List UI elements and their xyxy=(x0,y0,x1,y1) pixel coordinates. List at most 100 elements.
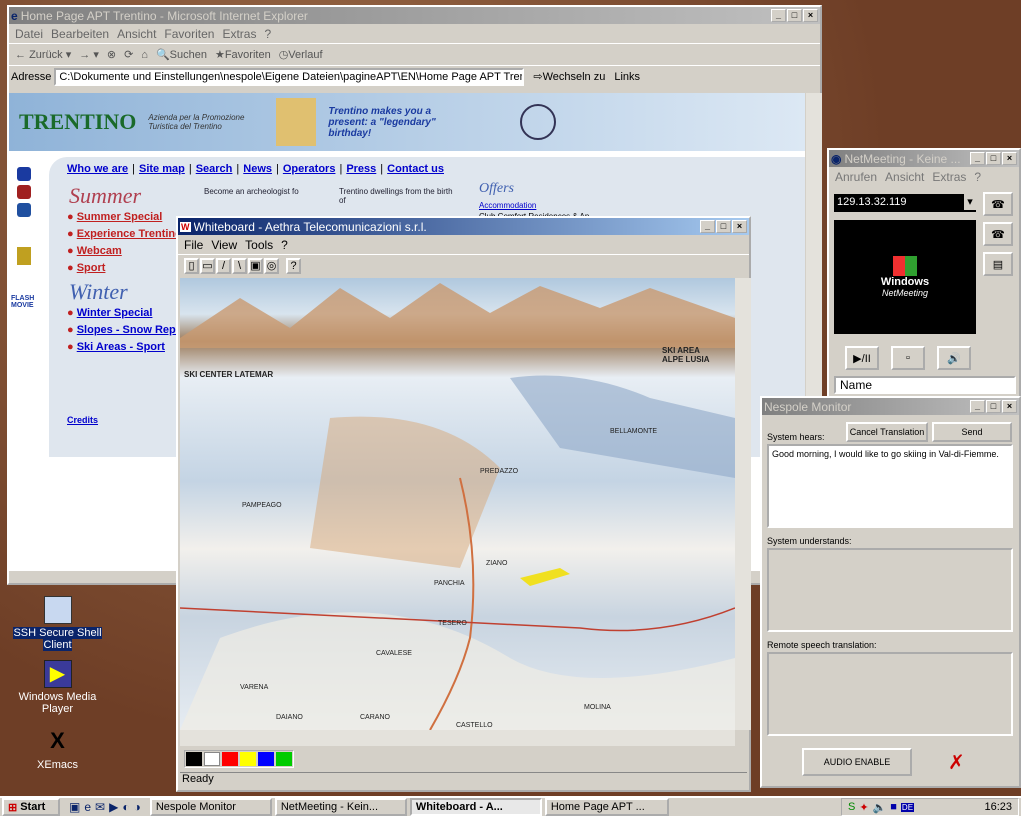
nav-site-map[interactable]: Site map xyxy=(139,163,185,175)
news-item[interactable]: Trentino dwellings from the birth of xyxy=(339,187,459,205)
select-icon[interactable]: ▣ xyxy=(248,257,263,274)
send-button[interactable]: Send xyxy=(932,422,1012,442)
favorites-button[interactable]: ★Favoriten xyxy=(215,48,271,61)
nav-who-we-are[interactable]: Who we are xyxy=(67,163,128,175)
close-button[interactable]: × xyxy=(732,220,747,233)
whiteboard-titlebar[interactable]: W Whiteboard - Aethra Telecomunicazioni … xyxy=(178,218,749,235)
ie-titlebar[interactable]: e Home Page APT Trentino - Microsoft Int… xyxy=(9,7,820,24)
netmeeting-titlebar[interactable]: ◉ NetMeeting - Keine ... _ □ × xyxy=(829,150,1019,167)
winter-special-link[interactable]: Winter Special xyxy=(77,307,153,319)
minimize-button[interactable]: _ xyxy=(700,220,715,233)
maximize-button[interactable]: □ xyxy=(787,9,802,22)
help-icon[interactable]: ? xyxy=(286,257,301,274)
new-icon[interactable]: ▯ xyxy=(184,257,199,274)
app-icon[interactable]: ◑ xyxy=(134,800,141,814)
minimize-button[interactable]: _ xyxy=(970,152,985,165)
promo-text[interactable]: Trentino makes you a present: a "legenda… xyxy=(328,106,448,139)
slopes-link[interactable]: Slopes - Snow Repo xyxy=(77,324,183,336)
menu-ansicht[interactable]: Ansicht xyxy=(117,27,156,41)
maximize-button[interactable]: □ xyxy=(986,400,1001,413)
address-input[interactable]: C:\Dokumente und Einstellungen\nespole\E… xyxy=(54,67,525,86)
desktop-icon[interactable]: ▣ xyxy=(69,800,80,814)
pen-icon[interactable]: / xyxy=(216,257,231,274)
remote-translation-textarea[interactable] xyxy=(767,652,1013,736)
color-swatch-red[interactable] xyxy=(222,752,238,766)
sport-link[interactable]: Sport xyxy=(77,262,106,274)
back-button[interactable]: ← Zurück ▾ xyxy=(15,48,71,61)
task-nespole-monitor[interactable]: Nespole Monitor xyxy=(149,798,272,816)
whiteboard-vscrollbar[interactable] xyxy=(735,278,751,730)
close-button[interactable]: × xyxy=(1002,152,1017,165)
name-column-header[interactable]: Name xyxy=(834,376,1016,394)
ski-areas-link[interactable]: Ski Areas - Sport xyxy=(77,341,165,353)
minimize-button[interactable]: _ xyxy=(771,9,786,22)
nav-press[interactable]: Press xyxy=(346,163,376,175)
desktop-icon-media-player[interactable]: ▶ Windows Media Player xyxy=(10,660,105,715)
system-hears-textarea[interactable]: Good morning, I would like to go skiing … xyxy=(767,444,1013,528)
menu-extras[interactable]: Extras xyxy=(222,27,256,41)
history-button[interactable]: ◷Verlauf xyxy=(279,48,323,61)
hangup-button[interactable]: ☎ xyxy=(983,222,1013,246)
nav-news[interactable]: News xyxy=(243,163,272,175)
task-whiteboard[interactable]: Whiteboard - A... xyxy=(409,798,542,816)
home-icon[interactable]: ⌂ xyxy=(141,49,148,61)
news-item[interactable]: Become an archeologist fo xyxy=(204,187,324,196)
tray-icon[interactable]: ■ xyxy=(890,801,897,813)
experience-trentino-link[interactable]: Experience Trentino xyxy=(77,228,182,240)
trentino-logo[interactable]: TRENTINO xyxy=(19,109,136,135)
color-swatch-black[interactable] xyxy=(186,752,202,766)
mute-icon[interactable]: ✗ xyxy=(948,750,965,775)
nav-search[interactable]: Search xyxy=(196,163,233,175)
menu-view[interactable]: View xyxy=(211,238,237,252)
outlook-icon[interactable]: ✉ xyxy=(95,800,105,814)
ie-launch-icon[interactable]: e xyxy=(84,800,91,814)
flash-movie-link[interactable]: FLASH MOVIE xyxy=(11,295,41,309)
maximize-button[interactable]: □ xyxy=(716,220,731,233)
credits-link[interactable]: Credits xyxy=(67,415,98,425)
volume-icon[interactable]: 🔈 xyxy=(873,801,887,814)
refresh-icon[interactable]: ⟳ xyxy=(124,48,133,61)
picture-button[interactable]: ▫ xyxy=(891,346,925,370)
open-icon[interactable]: ▭ xyxy=(200,257,215,274)
tray-icon[interactable]: ✦ xyxy=(859,801,868,814)
cancel-translation-button[interactable]: Cancel Translation xyxy=(846,422,928,442)
clock[interactable]: 16:23 xyxy=(984,801,1012,813)
audio-button[interactable]: 🔊 xyxy=(937,346,971,370)
flag-icon[interactable] xyxy=(17,185,31,199)
menu-bearbeiten[interactable]: Bearbeiten xyxy=(51,27,109,41)
menu-favoriten[interactable]: Favoriten xyxy=(164,27,214,41)
flag-icon[interactable] xyxy=(17,203,31,217)
menu-extras[interactable]: Extras xyxy=(932,170,966,184)
menu-ansicht[interactable]: Ansicht xyxy=(885,170,924,184)
flag-icon[interactable] xyxy=(17,167,31,181)
task-ie-home-page[interactable]: Home Page APT ... xyxy=(544,798,669,816)
audio-enable-button[interactable]: AUDIO ENABLE xyxy=(802,748,912,776)
desktop-icon-ssh[interactable]: SSH Secure Shell Client xyxy=(10,596,105,651)
menu-help[interactable]: ? xyxy=(281,238,288,252)
maximize-button[interactable]: □ xyxy=(986,152,1001,165)
language-icon[interactable]: DE xyxy=(900,802,915,812)
task-netmeeting[interactable]: NetMeeting - Kein... xyxy=(274,798,407,816)
stop-icon[interactable]: ⊗ xyxy=(107,48,116,61)
close-button[interactable]: × xyxy=(803,9,818,22)
color-swatch-yellow[interactable] xyxy=(240,752,256,766)
menu-tools[interactable]: Tools xyxy=(245,238,273,252)
offer-link[interactable]: Accommodation xyxy=(479,201,536,210)
nav-contact[interactable]: Contact us xyxy=(387,163,444,175)
summer-special-link[interactable]: Summer Special xyxy=(77,211,163,223)
system-understands-textarea[interactable] xyxy=(767,548,1013,632)
nav-operators[interactable]: Operators xyxy=(283,163,336,175)
whiteboard-hscrollbar[interactable] xyxy=(180,730,735,746)
map-canvas[interactable]: SKI CENTER LATEMAR SKI AREA ALPE LUSIA B… xyxy=(180,278,735,730)
tray-icon[interactable]: S xyxy=(848,801,855,813)
forward-button[interactable]: → ▾ xyxy=(79,48,99,61)
webcam-link[interactable]: Webcam xyxy=(77,245,122,257)
zoom-icon[interactable]: ◎ xyxy=(264,257,279,274)
menu-help[interactable]: ? xyxy=(974,170,981,184)
media-icon[interactable]: ▶ xyxy=(109,800,118,814)
go-button[interactable]: ⇨Wechseln zu xyxy=(533,70,605,83)
color-swatch-white[interactable] xyxy=(204,752,220,766)
desktop-icon-xemacs[interactable]: X XEmacs xyxy=(10,728,105,771)
search-button[interactable]: 🔍Suchen xyxy=(156,48,207,61)
links-button[interactable]: Links xyxy=(614,71,640,83)
